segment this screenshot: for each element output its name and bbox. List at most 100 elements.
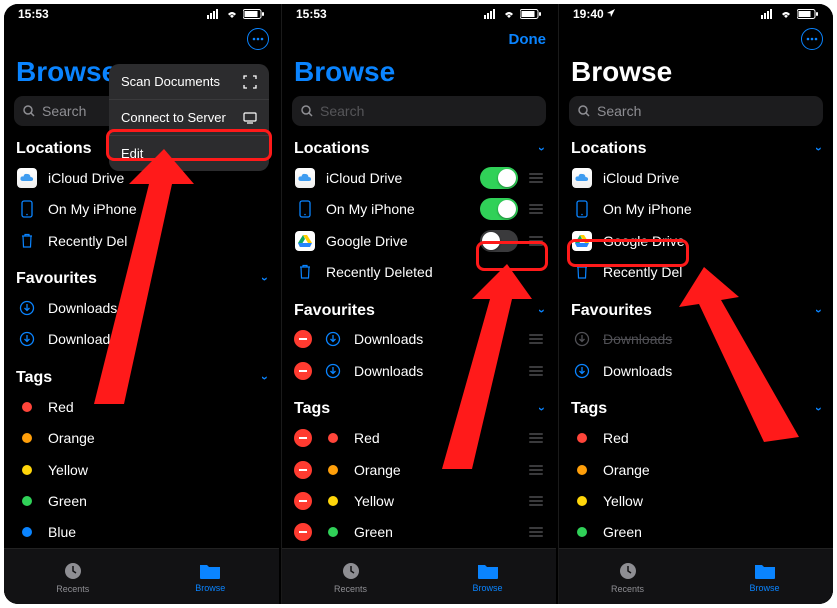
search-input[interactable]: Search	[569, 96, 823, 126]
wifi-icon	[779, 9, 793, 19]
tab-label: Recents	[334, 584, 367, 594]
location-onmyiphone[interactable]: On My iPhone	[559, 193, 833, 224]
menu-scan-documents[interactable]: Scan Documents	[109, 64, 269, 100]
section-locations[interactable]: Locations ›	[559, 134, 833, 162]
tab-browse[interactable]: Browse	[142, 549, 280, 604]
section-label: Tags	[294, 400, 330, 418]
remove-button[interactable]	[294, 523, 312, 541]
download-icon	[571, 328, 593, 350]
remove-button[interactable]	[294, 492, 312, 510]
icloud-icon	[572, 168, 592, 188]
location-recentlydeleted[interactable]: Recently Del	[559, 256, 833, 287]
tab-recents[interactable]: Recents	[282, 549, 419, 604]
tag-yellow[interactable]: Yellow	[4, 454, 279, 485]
battery-icon	[243, 9, 265, 19]
fav-downloads-1[interactable]: Downloads	[4, 292, 279, 323]
remove-button[interactable]	[294, 330, 312, 348]
tab-recents[interactable]: Recents	[4, 549, 142, 604]
search-icon	[577, 104, 591, 118]
iphone-icon	[571, 198, 593, 220]
chevron-down-icon: ›	[812, 147, 826, 151]
row-label: Red	[48, 399, 267, 415]
tag-red[interactable]: Red	[4, 391, 279, 422]
tab-bar: Recents Browse	[559, 548, 833, 604]
drag-handle[interactable]	[528, 527, 544, 537]
search-placeholder: Search	[597, 103, 641, 119]
tag-green[interactable]: Green	[559, 517, 833, 548]
tab-label: Browse	[195, 583, 225, 593]
tag-yellow[interactable]: Yellow	[559, 485, 833, 516]
toggle-onmy[interactable]	[480, 198, 518, 220]
fav-downloads-2: Downloads	[282, 355, 556, 386]
drag-handle[interactable]	[528, 236, 544, 246]
menu-edit[interactable]: Edit	[109, 136, 269, 171]
ellipsis-icon	[806, 37, 818, 41]
location-googledrive[interactable]: Google Drive	[559, 225, 833, 256]
tab-recents[interactable]: Recents	[559, 549, 696, 604]
drag-handle[interactable]	[528, 173, 544, 183]
toggle-icloud[interactable]	[480, 167, 518, 189]
drag-handle[interactable]	[528, 366, 544, 376]
chevron-down-icon: ›	[535, 407, 549, 411]
done-button[interactable]: Done	[509, 31, 547, 48]
section-tags[interactable]: Tags ›	[282, 394, 556, 422]
wifi-icon	[225, 9, 239, 19]
page-title: Browse	[559, 54, 833, 94]
tag-dot-icon	[577, 465, 587, 475]
remove-button[interactable]	[294, 429, 312, 447]
content: Locations › iCloud Drive On My iPhone Go…	[559, 134, 833, 548]
tag-dot-icon	[328, 433, 338, 443]
status-icons	[484, 9, 542, 19]
row-label: On My iPhone	[603, 201, 821, 217]
fav-downloads-2[interactable]: Downloads	[4, 324, 279, 355]
nav-row: Done	[282, 24, 556, 54]
location-onmyiphone[interactable]: On My iPhone	[4, 193, 279, 224]
drag-handle[interactable]	[528, 334, 544, 344]
more-button[interactable]	[247, 28, 269, 50]
search-input[interactable]: Search	[292, 96, 546, 126]
tag-green[interactable]: Green	[4, 485, 279, 516]
section-favourites[interactable]: Favourites ›	[4, 264, 279, 292]
section-favourites[interactable]: Favourites ›	[559, 296, 833, 324]
folder-icon	[753, 561, 777, 581]
location-onmyiphone: On My iPhone	[282, 193, 556, 224]
remove-button[interactable]	[294, 461, 312, 479]
gdrive-icon	[295, 231, 315, 251]
tag-orange[interactable]: Orange	[4, 422, 279, 453]
section-tags[interactable]: Tags ›	[4, 363, 279, 391]
clock-icon	[62, 560, 84, 582]
location-recentlydeleted[interactable]: Recently Del	[4, 225, 279, 256]
row-label: iCloud Drive	[603, 170, 821, 186]
tag-red: Red	[282, 422, 556, 453]
tag-orange[interactable]: Orange	[559, 454, 833, 485]
row-label: On My iPhone	[326, 201, 470, 217]
location-icloud[interactable]: iCloud Drive	[559, 162, 833, 193]
section-favourites[interactable]: Favourites ›	[282, 296, 556, 324]
tag-dot-icon	[577, 527, 587, 537]
more-button[interactable]	[801, 28, 823, 50]
remove-button[interactable]	[294, 362, 312, 380]
fav-downloads-1[interactable]: Downloads	[559, 324, 833, 355]
drag-handle[interactable]	[528, 204, 544, 214]
drag-handle[interactable]	[528, 433, 544, 443]
drag-handle[interactable]	[528, 496, 544, 506]
tag-blue[interactable]: Blue	[4, 517, 279, 548]
icloud-icon	[295, 168, 315, 188]
tag-red[interactable]: Red	[559, 422, 833, 453]
fav-downloads-2[interactable]: Downloads	[559, 355, 833, 386]
drag-handle[interactable]	[528, 465, 544, 475]
row-label: Downloads	[354, 363, 518, 379]
status-bar: 19:40	[559, 4, 833, 24]
row-label: Green	[48, 493, 267, 509]
signal-icon	[207, 9, 221, 19]
row-label: Downloads	[603, 363, 821, 379]
section-label: Favourites	[294, 302, 375, 320]
toggle-gdrive[interactable]	[480, 230, 518, 252]
tab-bar: Recents Browse	[282, 548, 556, 604]
tab-browse[interactable]: Browse	[419, 549, 556, 604]
iphone-icon	[294, 198, 316, 220]
section-tags[interactable]: Tags ›	[559, 394, 833, 422]
section-locations[interactable]: Locations ›	[282, 134, 556, 162]
tab-browse[interactable]: Browse	[696, 549, 833, 604]
menu-connect-server[interactable]: Connect to Server	[109, 100, 269, 136]
